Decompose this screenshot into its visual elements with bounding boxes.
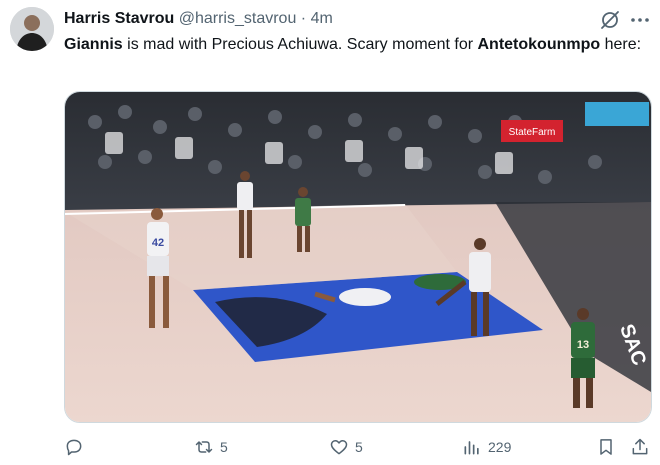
- scoreboard-graphic: [585, 102, 649, 126]
- author-handle[interactable]: @harris_stavrou: [179, 10, 297, 27]
- retweet-icon: [195, 441, 213, 453]
- tweet-time[interactable]: 4m: [311, 10, 333, 27]
- reply-button[interactable]: [64, 434, 90, 460]
- retweet-count: 5: [220, 439, 228, 455]
- like-count: 5: [355, 439, 363, 455]
- like-button[interactable]: 5: [329, 434, 363, 460]
- views-count: 229: [488, 439, 512, 455]
- bookmark-icon: [600, 439, 612, 455]
- jersey-number-white: 42: [152, 237, 164, 249]
- grok-icon[interactable]: [598, 8, 622, 32]
- author-name[interactable]: Harris Stavrou: [64, 10, 174, 27]
- jersey-number-green: 13: [577, 339, 589, 351]
- share-icon: [632, 438, 648, 455]
- mention-antetokounmpo: Antetokounmpo: [477, 36, 601, 53]
- reply-icon: [66, 439, 82, 456]
- tweet-text-part1: is mad with Precious Achiuwa. Scary mome…: [122, 36, 478, 53]
- action-bar: 5 5 229: [64, 434, 654, 460]
- like-icon: [330, 440, 348, 455]
- share-button[interactable]: [630, 434, 650, 460]
- separator-dot: ·: [300, 10, 307, 27]
- avatar-image: [10, 7, 54, 51]
- basketball-court-scene: StateFarm SAC 42 13: [65, 92, 651, 422]
- sponsor-banner-text: StateFarm: [509, 127, 556, 138]
- tweet-text-part2: here:: [600, 36, 642, 53]
- tweet-text: Giannis is mad with Precious Achiuwa. Sc…: [64, 34, 654, 56]
- tweet-media-image[interactable]: StateFarm SAC 42 13: [64, 91, 652, 423]
- retweet-button[interactable]: 5: [194, 434, 228, 460]
- bookmark-button[interactable]: [596, 434, 616, 460]
- tweet-header: Harris Stavrou @harris_stavrou · 4m: [64, 9, 333, 29]
- mention-giannis: Giannis: [64, 36, 123, 53]
- views-icon: [464, 441, 479, 455]
- more-icon[interactable]: [628, 8, 652, 32]
- avatar[interactable]: [10, 7, 54, 51]
- views-button[interactable]: 229: [462, 434, 511, 460]
